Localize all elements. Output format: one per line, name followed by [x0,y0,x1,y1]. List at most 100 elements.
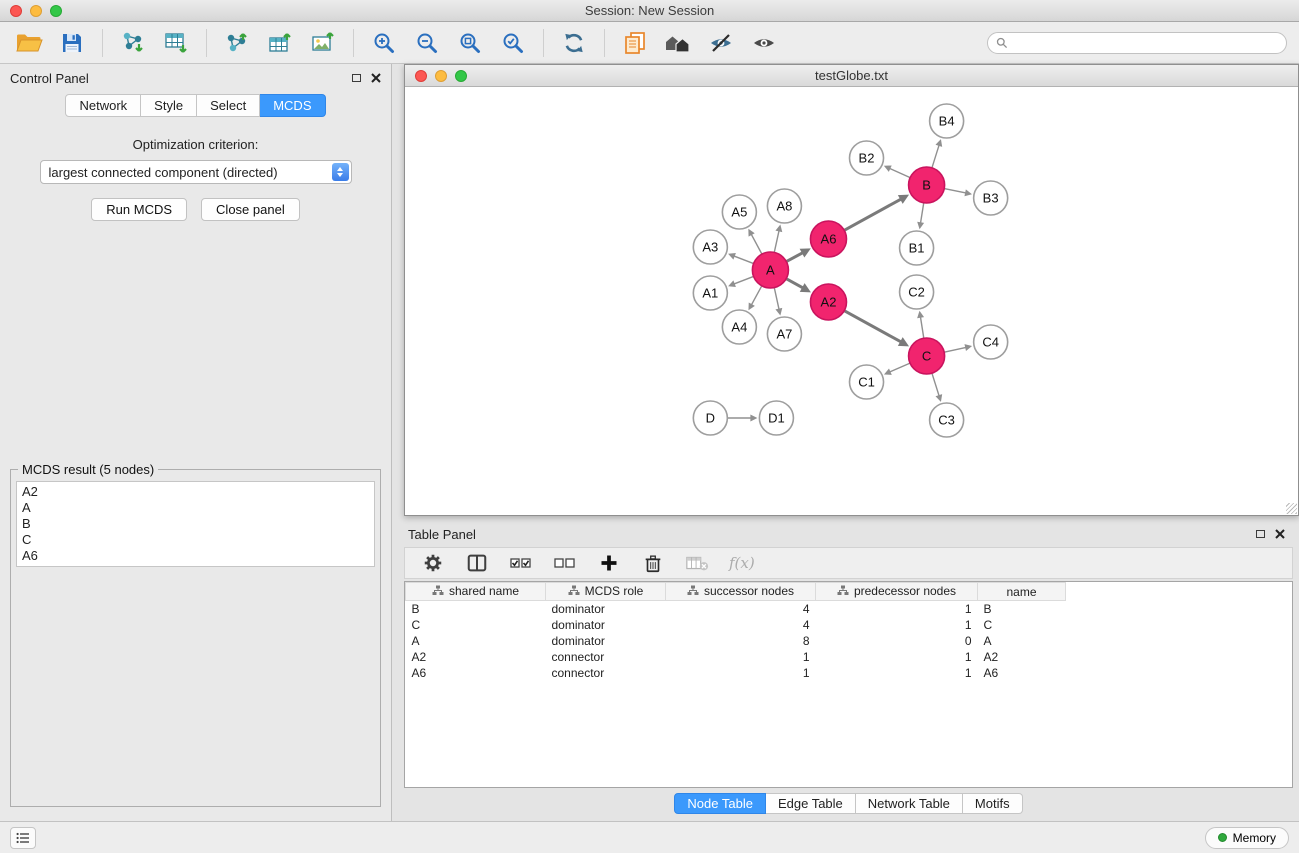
import-network-button[interactable] [116,26,150,60]
result-item[interactable]: B [22,516,369,532]
network-node-A3[interactable]: A3 [693,230,727,264]
table-cell[interactable]: A6 [978,665,1066,681]
result-item[interactable]: A [22,500,369,516]
column-header-successor-nodes[interactable]: successor nodes [666,583,816,601]
network-edge[interactable] [932,373,939,397]
mcds-result-list[interactable]: A2ABCA6 [16,481,375,567]
network-node-B1[interactable]: B1 [900,231,934,265]
table-row[interactable]: Adominator80A [406,633,1066,649]
table-cell[interactable]: 1 [666,649,816,665]
network-edge[interactable] [889,363,910,372]
table-row[interactable]: A2connector11A2 [406,649,1066,665]
tab-style[interactable]: Style [141,94,197,117]
table-cell[interactable]: 4 [666,617,816,633]
network-node-A7[interactable]: A7 [767,317,801,351]
save-session-button[interactable] [55,26,89,60]
export-network-button[interactable] [220,26,254,60]
table-row[interactable]: Cdominator41C [406,617,1066,633]
select-all-columns-button[interactable] [509,551,533,575]
close-panel-button[interactable]: Close panel [201,198,300,221]
network-node-A2[interactable]: A2 [810,284,846,320]
run-mcds-button[interactable]: Run MCDS [91,198,187,221]
apply-layout-button[interactable] [557,26,591,60]
table-cell[interactable]: dominator [546,617,666,633]
network-edge[interactable] [733,276,754,284]
open-file-button[interactable] [12,26,46,60]
table-cell[interactable]: A [978,633,1066,649]
deselect-all-columns-button[interactable] [553,551,577,575]
minimize-network-button[interactable] [435,70,447,82]
export-image-button[interactable] [306,26,340,60]
table-cell[interactable]: A6 [406,665,546,681]
column-header-mcds-role[interactable]: MCDS role [546,583,666,601]
tab-edge-table[interactable]: Edge Table [766,793,856,814]
table-cell[interactable]: 8 [666,633,816,649]
network-edge[interactable] [751,233,762,254]
network-edge[interactable] [774,229,779,252]
network-edge[interactable] [844,311,902,343]
delete-column-button[interactable] [641,551,665,575]
float-panel-icon[interactable] [352,74,361,82]
network-node-C1[interactable]: C1 [849,365,883,399]
zoom-fit-button[interactable] [453,26,487,60]
import-table-button[interactable] [159,26,193,60]
resize-grip[interactable] [1286,503,1297,514]
network-edge[interactable] [944,347,967,352]
network-node-C[interactable]: C [909,338,945,374]
table-cell[interactable]: 4 [666,601,816,617]
network-node-A6[interactable]: A6 [810,221,846,257]
network-node-B2[interactable]: B2 [849,141,883,175]
delete-table-button[interactable] [685,551,709,575]
table-cell[interactable]: dominator [546,633,666,649]
zoom-out-button[interactable] [410,26,444,60]
create-column-button[interactable] [597,551,621,575]
table-cell[interactable]: A2 [978,649,1066,665]
network-edge[interactable] [920,316,924,339]
network-edge[interactable] [774,288,779,311]
table-cell[interactable]: B [406,601,546,617]
column-header-name[interactable]: name [978,583,1066,601]
result-item[interactable]: A2 [22,484,369,500]
copy-documents-button[interactable] [618,26,652,60]
table-cell[interactable]: B [978,601,1066,617]
show-all-button[interactable] [747,26,781,60]
network-node-A[interactable]: A [752,252,788,288]
network-edge[interactable] [733,256,754,264]
network-node-B4[interactable]: B4 [930,104,964,138]
network-edge[interactable] [932,144,939,168]
export-table-button[interactable] [263,26,297,60]
table-settings-button[interactable] [421,551,445,575]
memory-button[interactable]: Memory [1205,827,1289,849]
tab-node-table[interactable]: Node Table [674,793,766,814]
network-edge[interactable] [786,252,803,261]
network-canvas[interactable]: B4B2BB3A5A8A6B1A3AA1C2A2A4A7C4CC1C3DD1 [405,87,1298,515]
table-cell[interactable]: 1 [816,617,978,633]
result-item[interactable]: A6 [22,548,369,564]
tab-network[interactable]: Network [65,94,141,117]
table-cell[interactable]: connector [546,649,666,665]
network-node-B3[interactable]: B3 [974,181,1008,215]
show-columns-button[interactable] [465,551,489,575]
neighborhood-button[interactable] [661,26,695,60]
table-cell[interactable]: A [406,633,546,649]
network-edge[interactable] [844,199,902,231]
network-node-A5[interactable]: A5 [722,195,756,229]
close-panel-icon[interactable] [371,73,381,83]
table-row[interactable]: A6connector11A6 [406,665,1066,681]
result-item[interactable]: C [22,532,369,548]
column-header-shared-name[interactable]: shared name [406,583,546,601]
close-network-button[interactable] [415,70,427,82]
close-table-panel-icon[interactable] [1275,529,1285,539]
function-builder-button[interactable]: f(x) [729,551,755,575]
network-node-C3[interactable]: C3 [930,403,964,437]
table-cell[interactable]: 1 [666,665,816,681]
float-table-panel-icon[interactable] [1256,530,1265,538]
column-header-predecessor-nodes[interactable]: predecessor nodes [816,583,978,601]
network-node-A4[interactable]: A4 [722,310,756,344]
table-cell[interactable]: 1 [816,601,978,617]
tab-select[interactable]: Select [197,94,260,117]
tab-motifs[interactable]: Motifs [963,793,1023,814]
minimize-window-button[interactable] [30,5,42,17]
table-cell[interactable]: connector [546,665,666,681]
network-edge[interactable] [944,189,967,194]
